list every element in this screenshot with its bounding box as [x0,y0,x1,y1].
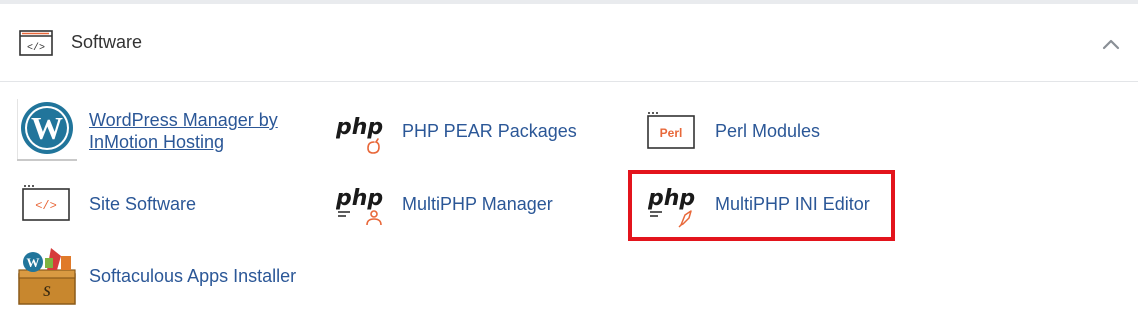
php-pear-icon: php [336,115,383,154]
wordpress-logo-icon: W [17,99,77,161]
multiphp-manager-link[interactable]: php MultiPHP Manager [336,183,576,245]
svg-text:</>: </> [27,42,45,54]
section-title: Software [71,32,143,52]
softaculous-apps-installer-link[interactable]: W s Softaculous Apps Installer [17,244,317,306]
multiphp-ini-editor-icon: php [648,186,695,228]
multiphp-ini-editor-label[interactable]: MultiPHP INI Editor [715,193,870,215]
wordpress-manager-link[interactable]: W WordPress Manager by InMotion Hosting [17,99,307,161]
svg-text:W: W [27,255,40,270]
multiphp-manager-icon: php [336,186,383,226]
code-window-icon: </> [22,185,70,221]
svg-text:php: php [336,115,383,140]
php-pear-packages-label[interactable]: PHP PEAR Packages [402,120,577,142]
software-panel: </> Software W WordPress Manager by InMo… [0,0,1138,322]
software-section-header[interactable]: </> Software [0,4,1138,82]
svg-text:php: php [648,186,695,211]
code-window-icon: </> [19,30,53,56]
perl-icon: Perl [647,112,695,149]
perl-modules-label[interactable]: Perl Modules [715,120,820,142]
multiphp-ini-editor-link[interactable]: php MultiPHP INI Editor [648,183,878,245]
svg-text:s: s [43,279,51,301]
softaculous-label[interactable]: Softaculous Apps Installer [89,265,296,287]
softaculous-icon: W s [18,248,76,305]
svg-text:Perl: Perl [660,126,683,140]
site-software-label[interactable]: Site Software [89,193,196,215]
svg-text:php: php [336,186,383,211]
wordpress-manager-label-line1[interactable]: WordPress Manager by [89,109,278,131]
svg-text:</>: </> [35,199,57,213]
php-pear-packages-link[interactable]: php PHP PEAR Packages [336,110,577,172]
svg-text:W: W [31,110,63,146]
chevron-up-icon[interactable] [1101,34,1121,54]
wordpress-manager-label-line2[interactable]: InMotion Hosting [89,131,224,153]
perl-modules-link[interactable]: Perl Perl Modules [647,110,847,172]
multiphp-manager-label[interactable]: MultiPHP Manager [402,193,553,215]
site-software-link[interactable]: </> Site Software [22,183,222,245]
